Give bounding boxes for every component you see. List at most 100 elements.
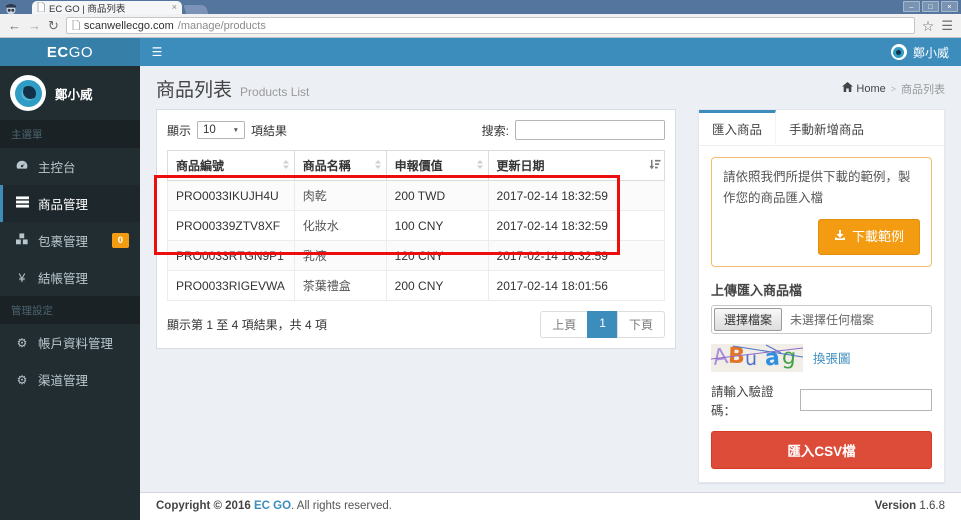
cell-name: 化妝水 (294, 211, 386, 241)
breadcrumb-separator: > (891, 84, 896, 94)
breadcrumb: Home > 商品列表 (842, 81, 945, 97)
cell-updated: 2017-02-14 18:32:59 (488, 181, 664, 211)
forward-icon[interactable]: → (28, 19, 41, 32)
tab-title: EC GO | 商品列表 (49, 1, 168, 15)
packages-count-badge: 0 (112, 233, 129, 248)
browser-toolbar: ← → ↻ scanwellecgo.com/manage/products ☆… (0, 14, 961, 38)
tab-close-icon[interactable]: × (172, 3, 177, 12)
length-select[interactable]: 10 ▼ (197, 121, 245, 139)
length-value: 10 (203, 124, 216, 136)
import-notice-text: 請依照我們所提供下載的範例，製作您的商品匯入檔 (723, 167, 920, 208)
table-row[interactable]: PRO0033RIGEVWA 茶葉禮盒 200 CNY 2017-02-14 1… (168, 271, 665, 301)
sidebar-item-label: 主控台 (38, 157, 76, 176)
tab-manual-add[interactable]: 手動新增商品 (776, 110, 877, 145)
minimize-icon[interactable]: – (903, 1, 920, 12)
column-header-value[interactable]: 申報價值 (386, 151, 488, 181)
navbar-user-name: 鄭小威 (913, 44, 949, 61)
column-label: 商品名稱 (303, 159, 351, 173)
column-header-updated[interactable]: 更新日期 (488, 151, 664, 181)
file-input[interactable]: 選擇檔案 未選擇任何檔案 (711, 305, 932, 334)
pagination-page-1[interactable]: 1 (587, 311, 618, 338)
bookmark-star-icon[interactable]: ☆ (922, 19, 935, 33)
breadcrumb-current: 商品列表 (901, 81, 945, 97)
products-table-panel: 顯示 10 ▼ 項結果 搜索: (156, 109, 676, 349)
download-icon (834, 226, 846, 247)
cubes-icon (14, 233, 30, 248)
url-domain: scanwellecgo.com (84, 20, 174, 32)
breadcrumb-home-label: Home (856, 83, 885, 95)
pagination: 上頁 1 下頁 (541, 311, 665, 338)
sidebar-user-panel: 鄭小威 (0, 66, 140, 120)
sort-both-icon (373, 158, 383, 173)
new-tab-button[interactable] (184, 5, 209, 14)
search-input[interactable] (515, 120, 665, 140)
table-row[interactable]: PRO0033RTGN9P1 乳液 120 CNY 2017-02-14 18:… (168, 241, 665, 271)
captcha-image: A B u a g (711, 344, 803, 372)
sidebar-item-packages[interactable]: 包裹管理 0 (0, 222, 140, 259)
url-bar[interactable]: scanwellecgo.com/manage/products (66, 17, 915, 34)
import-tabs: 匯入商品 手動新增商品 (699, 110, 944, 146)
sidebar-item-dashboard[interactable]: 主控台 (0, 148, 140, 185)
cell-code: PRO0033RTGN9P1 (168, 241, 295, 271)
pagination-next[interactable]: 下頁 (617, 311, 665, 338)
gear-icon: ⚙ (14, 336, 30, 350)
sidebar-item-channels[interactable]: ⚙ 渠道管理 (0, 361, 140, 398)
incognito-icon (4, 2, 18, 13)
table-row[interactable]: PRO00339ZTV8XF 化妝水 100 CNY 2017-02-14 18… (168, 211, 665, 241)
sidebar-item-checkout[interactable]: ¥ 結帳管理 (0, 259, 140, 296)
content-area: 商品列表 Products List Home > 商品列表 (140, 66, 961, 520)
cell-value: 100 CNY (386, 211, 488, 241)
cell-value: 200 CNY (386, 271, 488, 301)
captcha-refresh-link[interactable]: 換張圖 (813, 348, 851, 367)
breadcrumb-home[interactable]: Home (842, 82, 885, 95)
refresh-icon[interactable]: ↻ (48, 19, 59, 32)
table-info-text: 顯示第 1 至 4 項結果，共 4 項 (167, 316, 327, 333)
sidebar-item-label: 渠道管理 (38, 370, 88, 389)
home-icon (842, 82, 853, 95)
captcha-input-label: 請輸入驗證碼： (711, 381, 797, 419)
cell-code: PRO0033IKUJH4U (168, 181, 295, 211)
footer-brand-link[interactable]: EC GO (254, 500, 291, 512)
cell-name: 肉乾 (294, 181, 386, 211)
back-icon[interactable]: ← (8, 19, 21, 32)
sidebar-item-account[interactable]: ⚙ 帳戶資料管理 (0, 324, 140, 361)
page-icon (37, 0, 45, 17)
pagination-prev[interactable]: 上頁 (540, 311, 588, 338)
length-prefix-label: 顯示 (167, 122, 191, 139)
footer: Copyright © 2016 EC GO. All rights reser… (140, 492, 961, 520)
close-icon[interactable]: × (941, 1, 958, 12)
cell-name: 茶葉禮盒 (294, 271, 386, 301)
sort-both-icon (281, 158, 291, 173)
products-table: 商品編號 商品名稱 申報價值 (167, 150, 665, 301)
app-logo[interactable]: ECGO (0, 38, 140, 66)
avatar (10, 75, 46, 111)
import-csv-button[interactable]: 匯入CSV檔 (711, 431, 932, 469)
browser-titlebar: EC GO | 商品列表 × – □ × (0, 0, 961, 14)
sidebar-toggle-icon[interactable]: ☰ (140, 38, 174, 66)
browser-menu-icon[interactable]: ☰ (941, 19, 953, 32)
restore-icon[interactable]: □ (922, 1, 939, 12)
table-row[interactable]: PRO0033IKUJH4U 肉乾 200 TWD 2017-02-14 18:… (168, 181, 665, 211)
navbar-user-menu[interactable]: 鄭小威 (879, 38, 961, 66)
column-label: 商品編號 (176, 159, 224, 173)
navbar-avatar (891, 44, 907, 60)
choose-file-button[interactable]: 選擇檔案 (714, 308, 782, 331)
sort-both-icon (475, 158, 485, 173)
import-panel: 匯入商品 手動新增商品 請依照我們所提供下載的範例，製作您的商品匯入檔 (698, 109, 945, 483)
upload-section-label: 上傳匯入商品檔 (711, 280, 932, 299)
browser-tab[interactable]: EC GO | 商品列表 × (32, 1, 182, 14)
sidebar-item-products[interactable]: 商品管理 (0, 185, 140, 222)
caret-down-icon: ▼ (233, 127, 239, 134)
page-title: 商品列表 Products List (156, 75, 309, 102)
app-navbar: ECGO ☰ 鄭小威 (0, 38, 961, 66)
import-notice-box: 請依照我們所提供下載的範例，製作您的商品匯入檔 下載範例 (711, 157, 932, 267)
column-header-name[interactable]: 商品名稱 (294, 151, 386, 181)
column-label: 申報價值 (395, 159, 443, 173)
version-value: 1.6.8 (919, 500, 945, 512)
column-header-code[interactable]: 商品編號 (168, 151, 295, 181)
tab-import-products[interactable]: 匯入商品 (699, 110, 776, 145)
captcha-input[interactable] (800, 389, 932, 411)
download-sample-button[interactable]: 下載範例 (818, 219, 920, 254)
page-title-text: 商品列表 (156, 75, 232, 102)
sidebar-section-main: 主選單 (0, 120, 140, 148)
